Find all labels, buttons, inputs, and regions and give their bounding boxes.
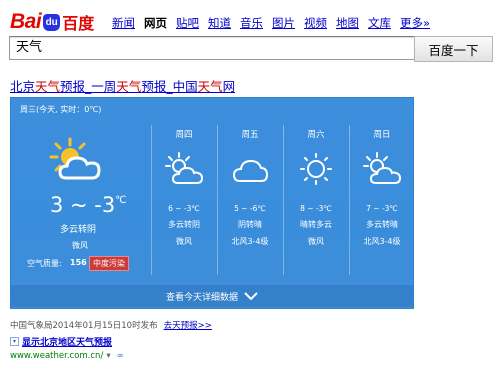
logo-chinese-text: 百度 [62, 14, 95, 33]
cloud-icon [232, 159, 269, 182]
air-quality-badge: 中度污染 [89, 256, 129, 271]
air-quality-label: 空气质量: [27, 259, 62, 268]
column-divider [151, 125, 152, 275]
snapshot-icon[interactable]: ∞ [117, 351, 124, 361]
search-input[interactable]: 天气 [9, 36, 415, 60]
nav-link[interactable]: 知道 [208, 15, 231, 31]
title-text: 预报_一周 [60, 79, 117, 94]
chevron-down-icon [244, 292, 258, 300]
top-nav: 新闻 网页 贴吧 知道 音乐 图片 视频 地图 文库 更多» [112, 15, 430, 31]
day-wind: 微风 [176, 237, 192, 246]
day-condition: 多云转阴 [168, 220, 200, 229]
today-condition: 多云转阴 [60, 225, 97, 235]
day-condition: 阴转晴 [238, 220, 262, 229]
day-name: 周五 [241, 130, 259, 140]
day-temp: 8 ~ -3℃ [300, 204, 332, 213]
day-name: 周四 [175, 130, 193, 140]
paw-icon: du [43, 13, 61, 31]
column-divider [283, 125, 284, 275]
highlighted-keyword: 天气 [197, 79, 223, 94]
partly-cloudy-icon [363, 152, 402, 184]
day-condition: 晴转多云 [300, 220, 332, 229]
expand-region-link[interactable]: ▾ 显示北京地区天气预报 [10, 335, 112, 348]
feedback-link[interactable]: 去天预报>> [164, 321, 212, 331]
partly-cloudy-icon [49, 137, 101, 180]
day-name: 周日 [373, 130, 391, 140]
url-text: www.weather.com.cn/ [10, 351, 104, 361]
baidu-logo[interactable]: Bai du 百度 [10, 10, 95, 33]
day-name: 周六 [307, 130, 325, 140]
today-temp-value: 3 ~ -3 [50, 193, 116, 217]
expand-label: 显示北京地区天气预报 [22, 338, 113, 348]
highlighted-keyword: 天气 [35, 79, 61, 94]
url-dropdown-icon[interactable]: ▾ [106, 351, 110, 361]
column-divider [217, 125, 218, 275]
day-wind: 北风3-4级 [231, 237, 269, 246]
day-temp: 6 ~ -3℃ [168, 204, 200, 213]
today-temperature: 3 ~ -3℃ [50, 193, 126, 217]
forecast-day[interactable]: 周五 5 ~ -6℃ 阴转晴 北风3-4级 [221, 128, 279, 247]
partly-cloudy-icon [165, 152, 204, 184]
view-details-button[interactable]: 查看今天详细数据 [11, 285, 413, 307]
source-line: 中国气象局2014年01月15日10时发布 去天预报>> [10, 319, 212, 331]
result-title-link[interactable]: 北京天气预报_一周天气预报_中国天气网 [10, 76, 235, 95]
forecast-day[interactable]: 周六 8 ~ -3℃ 晴转多云 微风 [287, 128, 345, 247]
result-url: www.weather.com.cn/▾ ∞ [10, 351, 124, 361]
column-divider [349, 125, 350, 275]
logo-text: Bai [10, 10, 42, 33]
view-details-label: 查看今天详细数据 [165, 292, 238, 303]
today-header: 周三(今天, 实时：0℃) [20, 105, 102, 114]
title-text: 网 [222, 79, 236, 94]
title-text: 预报_中国 [141, 79, 198, 94]
search-button[interactable]: 百度一下 [414, 36, 493, 62]
day-temp: 7 ~ -3℃ [366, 204, 398, 213]
day-temp: 5 ~ -6℃ [234, 204, 266, 213]
nav-link[interactable]: 文库 [368, 15, 391, 31]
title-text: 北京 [10, 79, 36, 94]
logo-paw-text: du [45, 16, 58, 28]
source-text: 中国气象局2014年01月15日10时发布 [10, 321, 158, 331]
day-condition: 多云转晴 [366, 220, 398, 229]
day-wind: 微风 [308, 237, 324, 246]
highlighted-keyword: 天气 [116, 79, 142, 94]
nav-link[interactable]: 图片 [272, 15, 295, 31]
sun-icon [300, 153, 332, 185]
nav-link[interactable]: 更多» [400, 15, 430, 31]
today-wind: 微风 [72, 241, 88, 250]
forecast-day[interactable]: 周日 7 ~ -3℃ 多云转晴 北风3-4级 [353, 128, 411, 247]
expand-icon: ▾ [10, 337, 19, 346]
air-quality-value: 156 [70, 258, 87, 267]
nav-link[interactable]: 网页 [144, 15, 167, 31]
nav-link[interactable]: 贴吧 [176, 15, 199, 31]
nav-link[interactable]: 新闻 [112, 15, 135, 31]
forecast-day[interactable]: 周四 6 ~ -3℃ 多云转阴 微风 [155, 128, 213, 247]
nav-link[interactable]: 音乐 [240, 15, 263, 31]
nav-link[interactable]: 视频 [304, 15, 327, 31]
day-wind: 北风3-4级 [363, 237, 401, 246]
nav-link[interactable]: 地图 [336, 15, 359, 31]
today-temp-unit: ℃ [115, 195, 127, 206]
